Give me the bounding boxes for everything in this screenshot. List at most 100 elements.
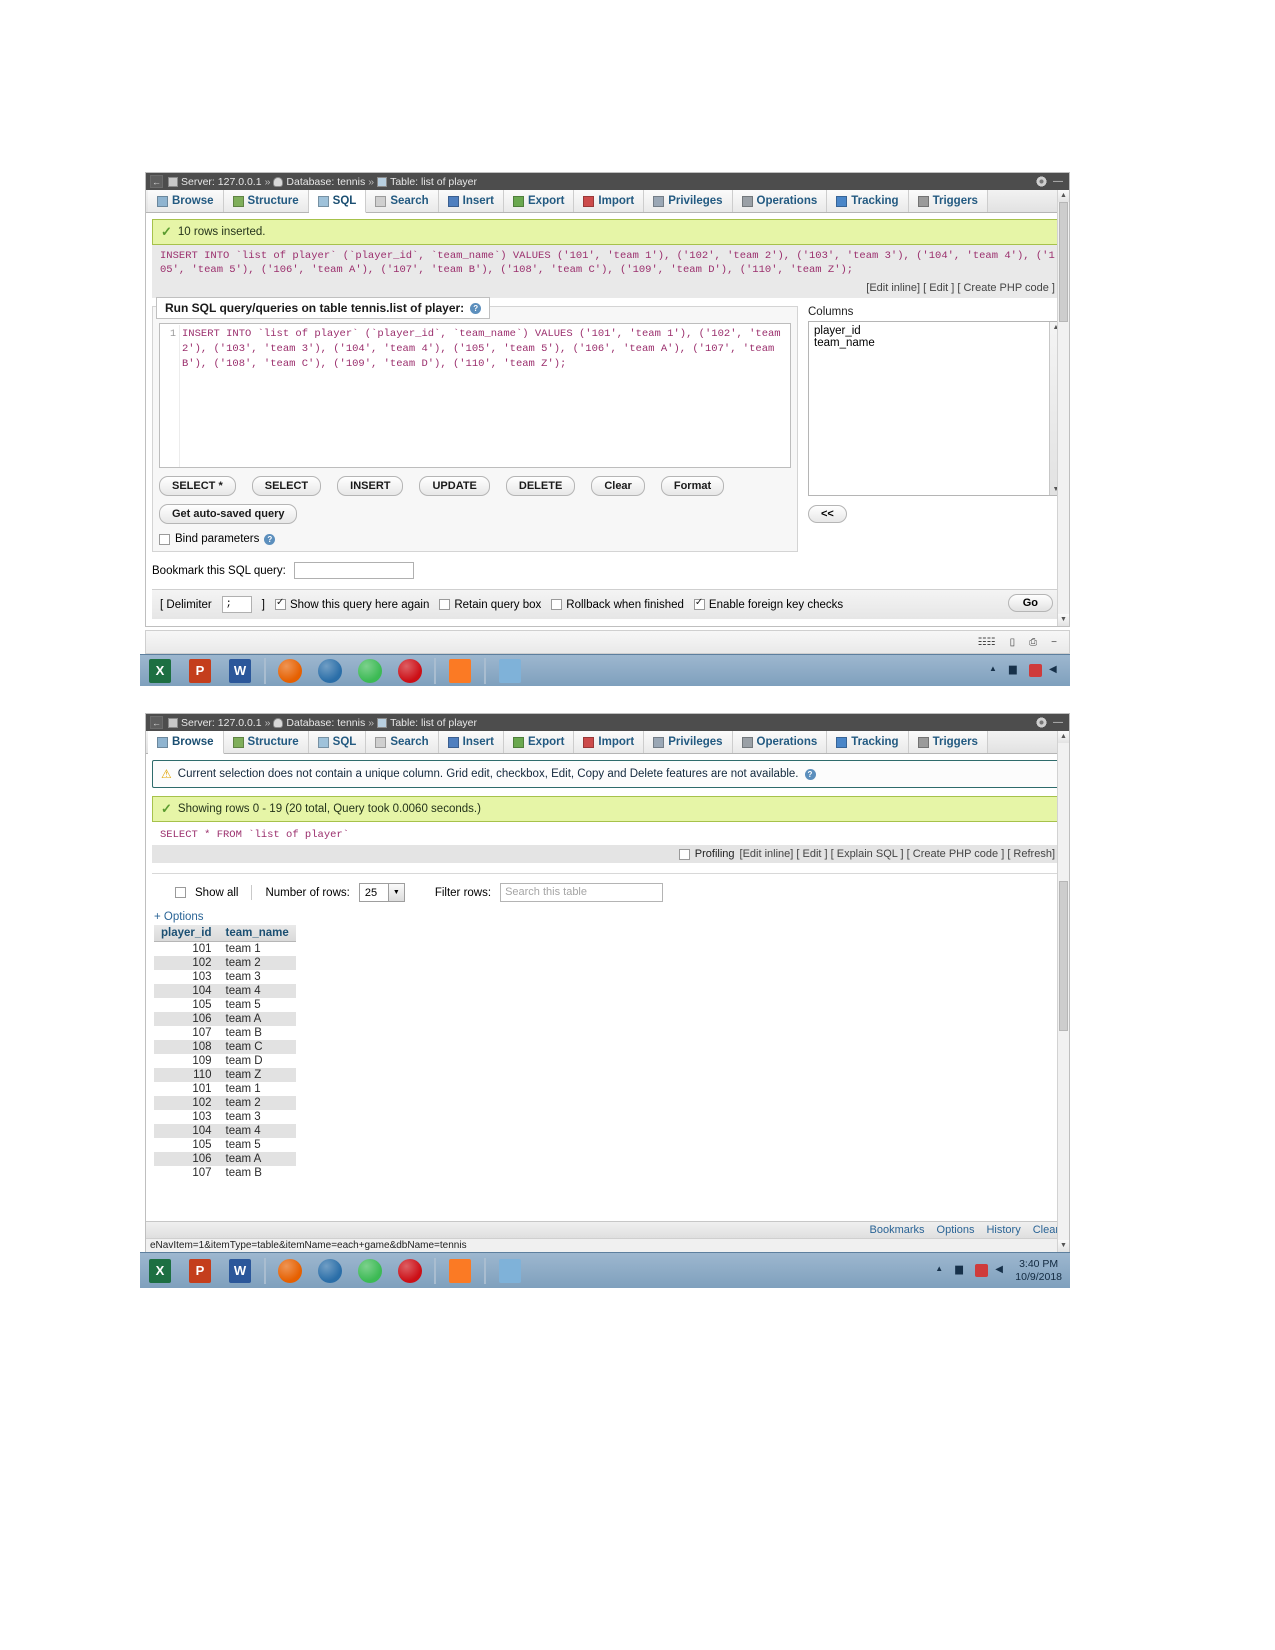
show-all-checkbox[interactable] — [175, 887, 186, 899]
tab-structure[interactable]: Structure — [223, 190, 309, 212]
breadcrumb-table[interactable]: Table: list of player — [390, 717, 477, 729]
insert-button[interactable]: INSERT — [337, 476, 404, 497]
tab-sql[interactable]: SQL — [308, 190, 367, 213]
opera-icon[interactable] — [393, 656, 427, 686]
table-row[interactable]: 105 team 5 — [154, 998, 296, 1013]
tab-privileges[interactable]: Privileges — [644, 190, 733, 212]
table-row[interactable]: 104 team 4 — [154, 984, 296, 999]
checkbox[interactable] — [439, 599, 451, 611]
bottom-link-options[interactable]: Options — [937, 1224, 975, 1236]
tab-insert[interactable]: Insert — [438, 190, 504, 212]
options-toggle[interactable]: + Options — [154, 911, 1069, 923]
checkbox[interactable] — [551, 599, 563, 611]
breadcrumb-server[interactable]: Server: 127.0.0.1 — [181, 717, 262, 729]
delimiter-input[interactable]: ; — [221, 596, 252, 614]
table-row[interactable]: 110 team Z — [154, 1068, 296, 1083]
powerpoint-icon[interactable]: P — [183, 1256, 217, 1286]
table-row[interactable]: 101 team 1 — [154, 1082, 296, 1097]
volume-icon[interactable]: ◀ — [995, 1264, 1008, 1277]
tab-triggers[interactable]: Triggers — [908, 731, 988, 753]
tab-insert[interactable]: Insert — [438, 731, 504, 753]
column-option-player-id[interactable]: player_id — [814, 325, 1057, 337]
network-icon[interactable]: ▆ — [1009, 664, 1022, 677]
firefox-icon[interactable] — [273, 1256, 307, 1286]
breadcrumb-database[interactable]: Database: tennis — [286, 717, 365, 729]
breadcrumb-server[interactable]: Server: 127.0.0.1 — [181, 176, 262, 188]
tab-operations[interactable]: Operations — [732, 731, 828, 753]
thunderbird-icon[interactable] — [313, 656, 347, 686]
bookmark-input[interactable] — [293, 562, 414, 580]
columns-listbox[interactable]: player_id team_name ▲ ▼ — [808, 321, 1063, 497]
column-header-team_name[interactable]: team_name — [218, 925, 296, 943]
bottom-link-bookmarks[interactable]: Bookmarks — [870, 1224, 925, 1236]
back-button[interactable]: ← — [150, 716, 163, 729]
column-header-player_id[interactable]: player_id — [154, 925, 219, 943]
number-of-rows-select[interactable]: 25 ▼ — [358, 883, 405, 903]
table-row[interactable]: 101 team 1 — [154, 941, 296, 957]
security-icon[interactable] — [975, 1264, 989, 1277]
tab-sql[interactable]: SQL — [308, 731, 367, 753]
result-action-links[interactable]: [Edit inline] [ Edit ] [ Explain SQL ] [… — [740, 848, 1055, 860]
scroll-up-icon[interactable]: ▲ — [1058, 190, 1069, 202]
layout-icon[interactable]: ▯ — [1010, 637, 1016, 648]
minimize-icon[interactable]: — — [1053, 717, 1063, 727]
show-hidden-icon[interactable]: ▲ — [935, 1264, 948, 1277]
sql-action-links[interactable]: [Edit inline] [ Edit ] [ Create PHP code… — [152, 280, 1063, 299]
network-icon[interactable]: ▆ — [955, 1264, 968, 1277]
table-row[interactable]: 105 team 5 — [154, 1138, 296, 1153]
gear-icon[interactable] — [1036, 176, 1047, 187]
update-button[interactable]: UPDATE — [419, 476, 490, 497]
table-row[interactable]: 109 team D — [154, 1054, 296, 1069]
excel-icon[interactable]: X — [143, 656, 177, 686]
tab-tracking[interactable]: Tracking — [827, 731, 909, 753]
tab-structure[interactable]: Structure — [223, 731, 309, 753]
table-row[interactable]: 107 team B — [154, 1026, 296, 1041]
breadcrumb-database[interactable]: Database: tennis — [286, 176, 365, 188]
tab-browse[interactable]: Browse — [148, 190, 224, 212]
clear-button[interactable]: Clear — [591, 476, 645, 497]
breadcrumb-table[interactable]: Table: list of player — [390, 176, 477, 188]
opera-icon[interactable] — [393, 1256, 427, 1286]
minimize-icon[interactable]: — — [1053, 176, 1063, 186]
chevron-down-icon[interactable]: ▼ — [387, 884, 404, 902]
photo-viewer-icon[interactable] — [493, 656, 527, 686]
table-row[interactable]: 106 team A — [154, 1152, 296, 1167]
table-row[interactable]: 102 team 2 — [154, 956, 296, 971]
show-hidden-icon[interactable]: ▲ — [989, 664, 1002, 677]
scroll-down-icon[interactable]: ▼ — [1058, 614, 1069, 626]
security-icon[interactable] — [1029, 664, 1042, 677]
tab-import[interactable]: Import — [574, 731, 645, 753]
word-icon[interactable]: W — [223, 656, 257, 686]
table-row[interactable]: 103 team 3 — [154, 970, 296, 985]
taskbar-clock[interactable]: 3:40 PM 10/9/2018 — [1015, 1258, 1062, 1282]
tab-operations[interactable]: Operations — [732, 190, 828, 212]
tab-search[interactable]: Search — [366, 731, 439, 753]
volume-icon[interactable]: ◀ — [1049, 664, 1062, 677]
bind-parameters-checkbox[interactable] — [159, 533, 170, 545]
scroll-down-icon[interactable]: ▼ — [1058, 1240, 1069, 1252]
tab-import[interactable]: Import — [574, 190, 645, 212]
tab-search[interactable]: Search — [366, 190, 439, 212]
table-row[interactable]: 106 team A — [154, 1012, 296, 1027]
tab-browse[interactable]: Browse — [148, 731, 224, 754]
back-button[interactable]: ← — [150, 175, 163, 188]
select-button[interactable]: SELECT — [251, 476, 322, 497]
table-row[interactable]: 104 team 4 — [154, 1124, 296, 1139]
thunderbird-icon[interactable] — [313, 1256, 347, 1286]
powerpoint-icon[interactable]: P — [183, 656, 217, 686]
firefox-icon[interactable] — [273, 656, 307, 686]
sql-query-input[interactable]: 1 INSERT INTO `list of player` (`player_… — [159, 323, 791, 469]
get-autosaved-query-button[interactable]: Get auto-saved query — [159, 504, 298, 525]
bottom-link-history[interactable]: History — [986, 1224, 1020, 1236]
panel-scrollbar[interactable]: ▲ ▼ — [1057, 190, 1069, 626]
table-row[interactable]: 102 team 2 — [154, 1096, 296, 1111]
tab-tracking[interactable]: Tracking — [827, 190, 909, 212]
bottom-link-clear[interactable]: Clear — [1033, 1224, 1059, 1236]
help-icon[interactable]: ? — [804, 768, 816, 780]
tab-triggers[interactable]: Triggers — [908, 190, 988, 212]
checkbox[interactable] — [693, 597, 705, 611]
reader-icon[interactable]: ☷☷ — [978, 637, 996, 648]
help-icon[interactable]: ? — [264, 533, 276, 545]
chrome-icon[interactable] — [353, 656, 387, 686]
tab-export[interactable]: Export — [504, 190, 575, 212]
